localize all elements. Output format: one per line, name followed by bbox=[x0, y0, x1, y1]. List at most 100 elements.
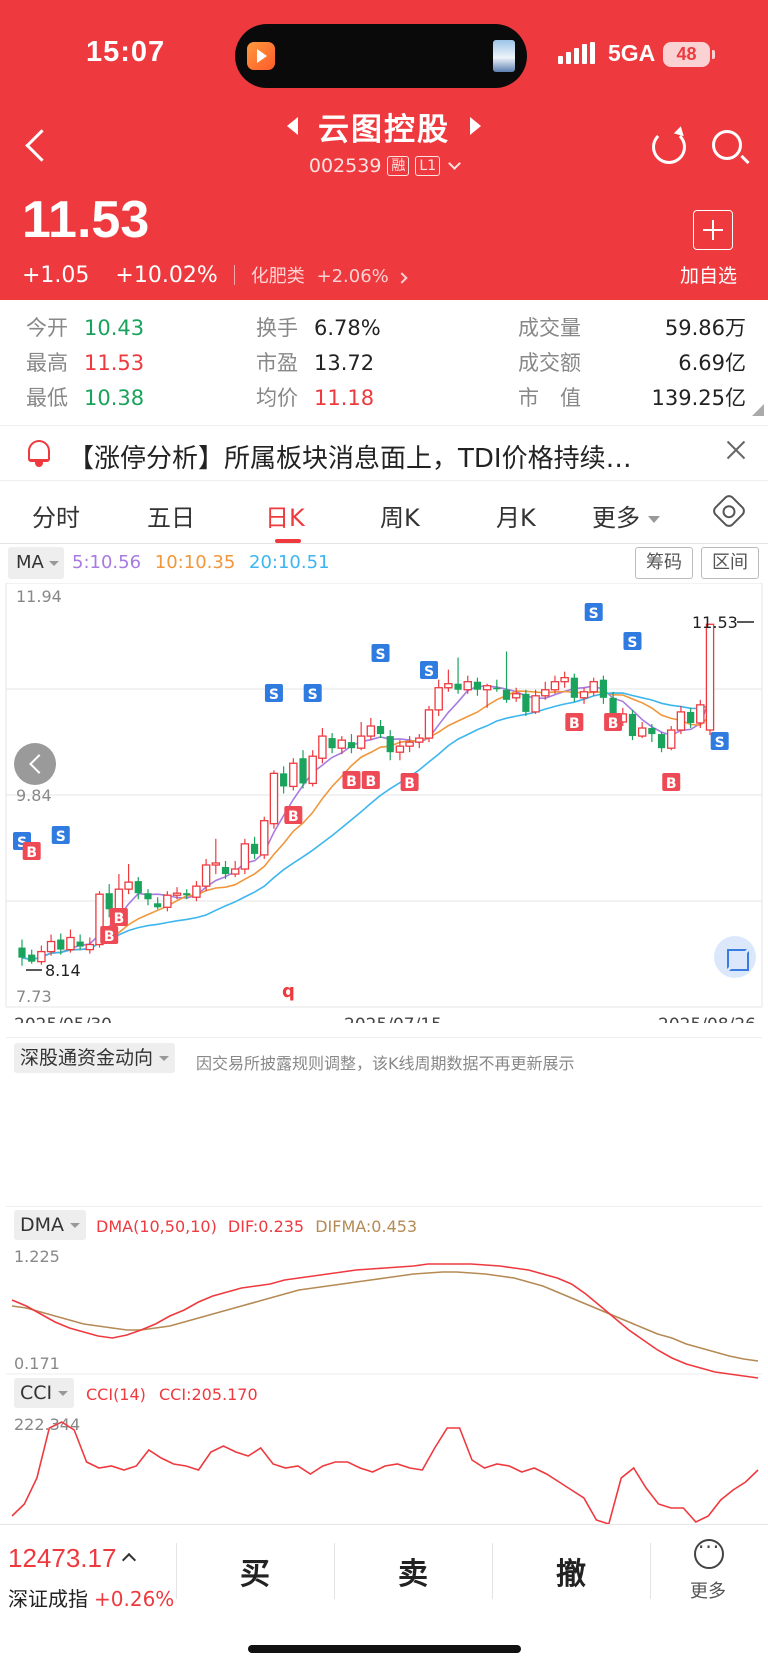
signal-letter: S bbox=[627, 635, 637, 651]
signal-icon bbox=[558, 42, 595, 64]
candle-body bbox=[201, 864, 211, 887]
more-icon[interactable] bbox=[694, 1535, 724, 1569]
low-mark: 8.14 bbox=[45, 961, 81, 980]
tab-intraday[interactable]: 分时 bbox=[32, 498, 80, 533]
candle-body bbox=[463, 681, 472, 691]
candle-body bbox=[154, 903, 162, 908]
cci-selector[interactable]: CCI bbox=[14, 1378, 75, 1408]
candle-body bbox=[172, 892, 182, 896]
video-app-icon bbox=[247, 42, 275, 70]
fullscreen-icon[interactable] bbox=[714, 936, 756, 978]
battery-icon: 48 bbox=[663, 42, 715, 67]
chart-back-button[interactable] bbox=[14, 743, 56, 785]
ma5-value: 5:10.56 bbox=[72, 552, 142, 573]
signal-letter: B bbox=[288, 809, 299, 825]
cci-value: CCI:205.170 bbox=[159, 1385, 258, 1404]
network-type: 5GA bbox=[608, 40, 656, 66]
tab-more[interactable]: 更多 bbox=[592, 498, 660, 533]
candle-body bbox=[424, 709, 434, 739]
avg-label: 均价 bbox=[256, 386, 298, 410]
candle-body bbox=[473, 681, 482, 690]
stock-code-row[interactable]: 002539 融 L1 bbox=[0, 155, 768, 177]
candle-body bbox=[230, 868, 240, 875]
dma-values: DMA(10,50,10) DIF:0.235 DIFMA:0.453 bbox=[96, 1217, 417, 1236]
status-time: 15:07 bbox=[86, 36, 166, 68]
signal-letter: S bbox=[375, 647, 385, 663]
latest-mark: 11.53 bbox=[692, 613, 738, 632]
search-icon[interactable] bbox=[712, 130, 742, 160]
cci-chart: 222.344 bbox=[11, 1415, 759, 1524]
dma-selector[interactable]: DMA bbox=[14, 1210, 87, 1240]
range-button[interactable]: 区间 bbox=[701, 547, 759, 579]
candle-body bbox=[337, 739, 347, 749]
banner-text[interactable]: 【涨停分析】所属板块消息面上，TDI价格持续… bbox=[68, 438, 632, 475]
candle-body bbox=[18, 947, 26, 958]
open-value: 10.43 bbox=[84, 316, 145, 340]
amount-value: 6.69亿 bbox=[678, 351, 746, 375]
more-label[interactable]: 更多 bbox=[690, 1577, 726, 1603]
buy-button[interactable]: 买 bbox=[240, 1549, 270, 1593]
chips-button[interactable]: 筹码 bbox=[635, 547, 693, 579]
index-ticker[interactable]: 12473.17 bbox=[8, 1543, 137, 1574]
news-banner[interactable]: 【涨停分析】所属板块消息面上，TDI价格持续… bbox=[0, 425, 768, 481]
candle-body bbox=[550, 681, 560, 691]
candle-body bbox=[511, 693, 521, 699]
candle-body bbox=[105, 893, 113, 910]
flow-label: 深股通资金动向 bbox=[20, 1047, 154, 1069]
kline-chart[interactable]: SBSBBSBSB BSBSBSBSBS 11.94 9.84 7.73 11.5… bbox=[0, 583, 768, 1023]
add-watchlist-label[interactable]: 加自选 bbox=[680, 261, 737, 288]
candle-body bbox=[676, 711, 686, 731]
candle-body bbox=[376, 726, 385, 735]
cci-y-top: 222.344 bbox=[14, 1415, 80, 1434]
candle-body bbox=[493, 687, 501, 690]
add-watchlist-button[interactable] bbox=[693, 210, 733, 250]
candle-body bbox=[318, 735, 327, 759]
turnover-label: 换手 bbox=[256, 316, 298, 340]
bottom-trade-bar: 12473.17 深证成指+0.26% 买 卖 撤 更多 bbox=[0, 1524, 768, 1669]
sector-name: 化肥类 bbox=[250, 266, 305, 287]
candle-body bbox=[366, 725, 376, 737]
next-stock-arrow-icon[interactable] bbox=[470, 117, 481, 135]
expand-stats-icon[interactable] bbox=[752, 404, 764, 416]
candle-body bbox=[289, 762, 298, 788]
dma-difma: DIFMA:0.453 bbox=[315, 1217, 418, 1236]
signal-letter: B bbox=[346, 774, 357, 790]
tab-weekly-k[interactable]: 周K bbox=[380, 498, 420, 533]
candle-body bbox=[221, 867, 230, 875]
media-thumbnail-icon bbox=[493, 40, 515, 72]
signal-letter: B bbox=[26, 845, 37, 861]
tab-daily-k[interactable]: 日K bbox=[265, 498, 305, 533]
event-marker[interactable]: q bbox=[282, 981, 295, 1002]
index-name-row[interactable]: 深证成指 +0.26% bbox=[8, 1583, 174, 1612]
sector-link[interactable]: 化肥类 +2.06% bbox=[250, 262, 409, 288]
chart-period-tabs: 分时 五日 日K 周K 月K 更多 bbox=[0, 492, 768, 544]
candle-body bbox=[356, 735, 366, 749]
sell-button[interactable]: 卖 bbox=[398, 1549, 428, 1593]
chevron-down-icon bbox=[648, 515, 660, 523]
ma10-value: 10:10.35 bbox=[154, 552, 236, 573]
flow-selector[interactable]: 深股通资金动向 bbox=[14, 1043, 176, 1073]
candle-body bbox=[599, 679, 608, 698]
price-change-pct: +10.02% bbox=[115, 262, 218, 288]
candle-body bbox=[502, 689, 511, 700]
cancel-button[interactable]: 撤 bbox=[556, 1549, 586, 1593]
candle-body bbox=[666, 729, 676, 749]
close-icon[interactable] bbox=[724, 438, 748, 462]
candle-body bbox=[395, 745, 405, 753]
price-change: +1.05 bbox=[22, 262, 90, 288]
tab-monthly-k[interactable]: 月K bbox=[496, 498, 536, 533]
ma-selector[interactable]: MA bbox=[8, 547, 64, 579]
y-mid-label: 9.84 bbox=[16, 786, 52, 805]
candle-body bbox=[522, 693, 530, 712]
divider bbox=[176, 1543, 177, 1599]
refresh-icon[interactable] bbox=[652, 130, 686, 164]
divider bbox=[233, 265, 235, 285]
current-price: 11.53 bbox=[22, 191, 150, 249]
tab-five-day[interactable]: 五日 bbox=[147, 498, 195, 533]
candle-body bbox=[250, 843, 259, 854]
active-tab-indicator bbox=[275, 539, 301, 543]
candle-body bbox=[405, 741, 414, 747]
candle-body bbox=[454, 683, 462, 690]
signal-letter: S bbox=[424, 664, 434, 680]
candle-body bbox=[589, 681, 598, 693]
